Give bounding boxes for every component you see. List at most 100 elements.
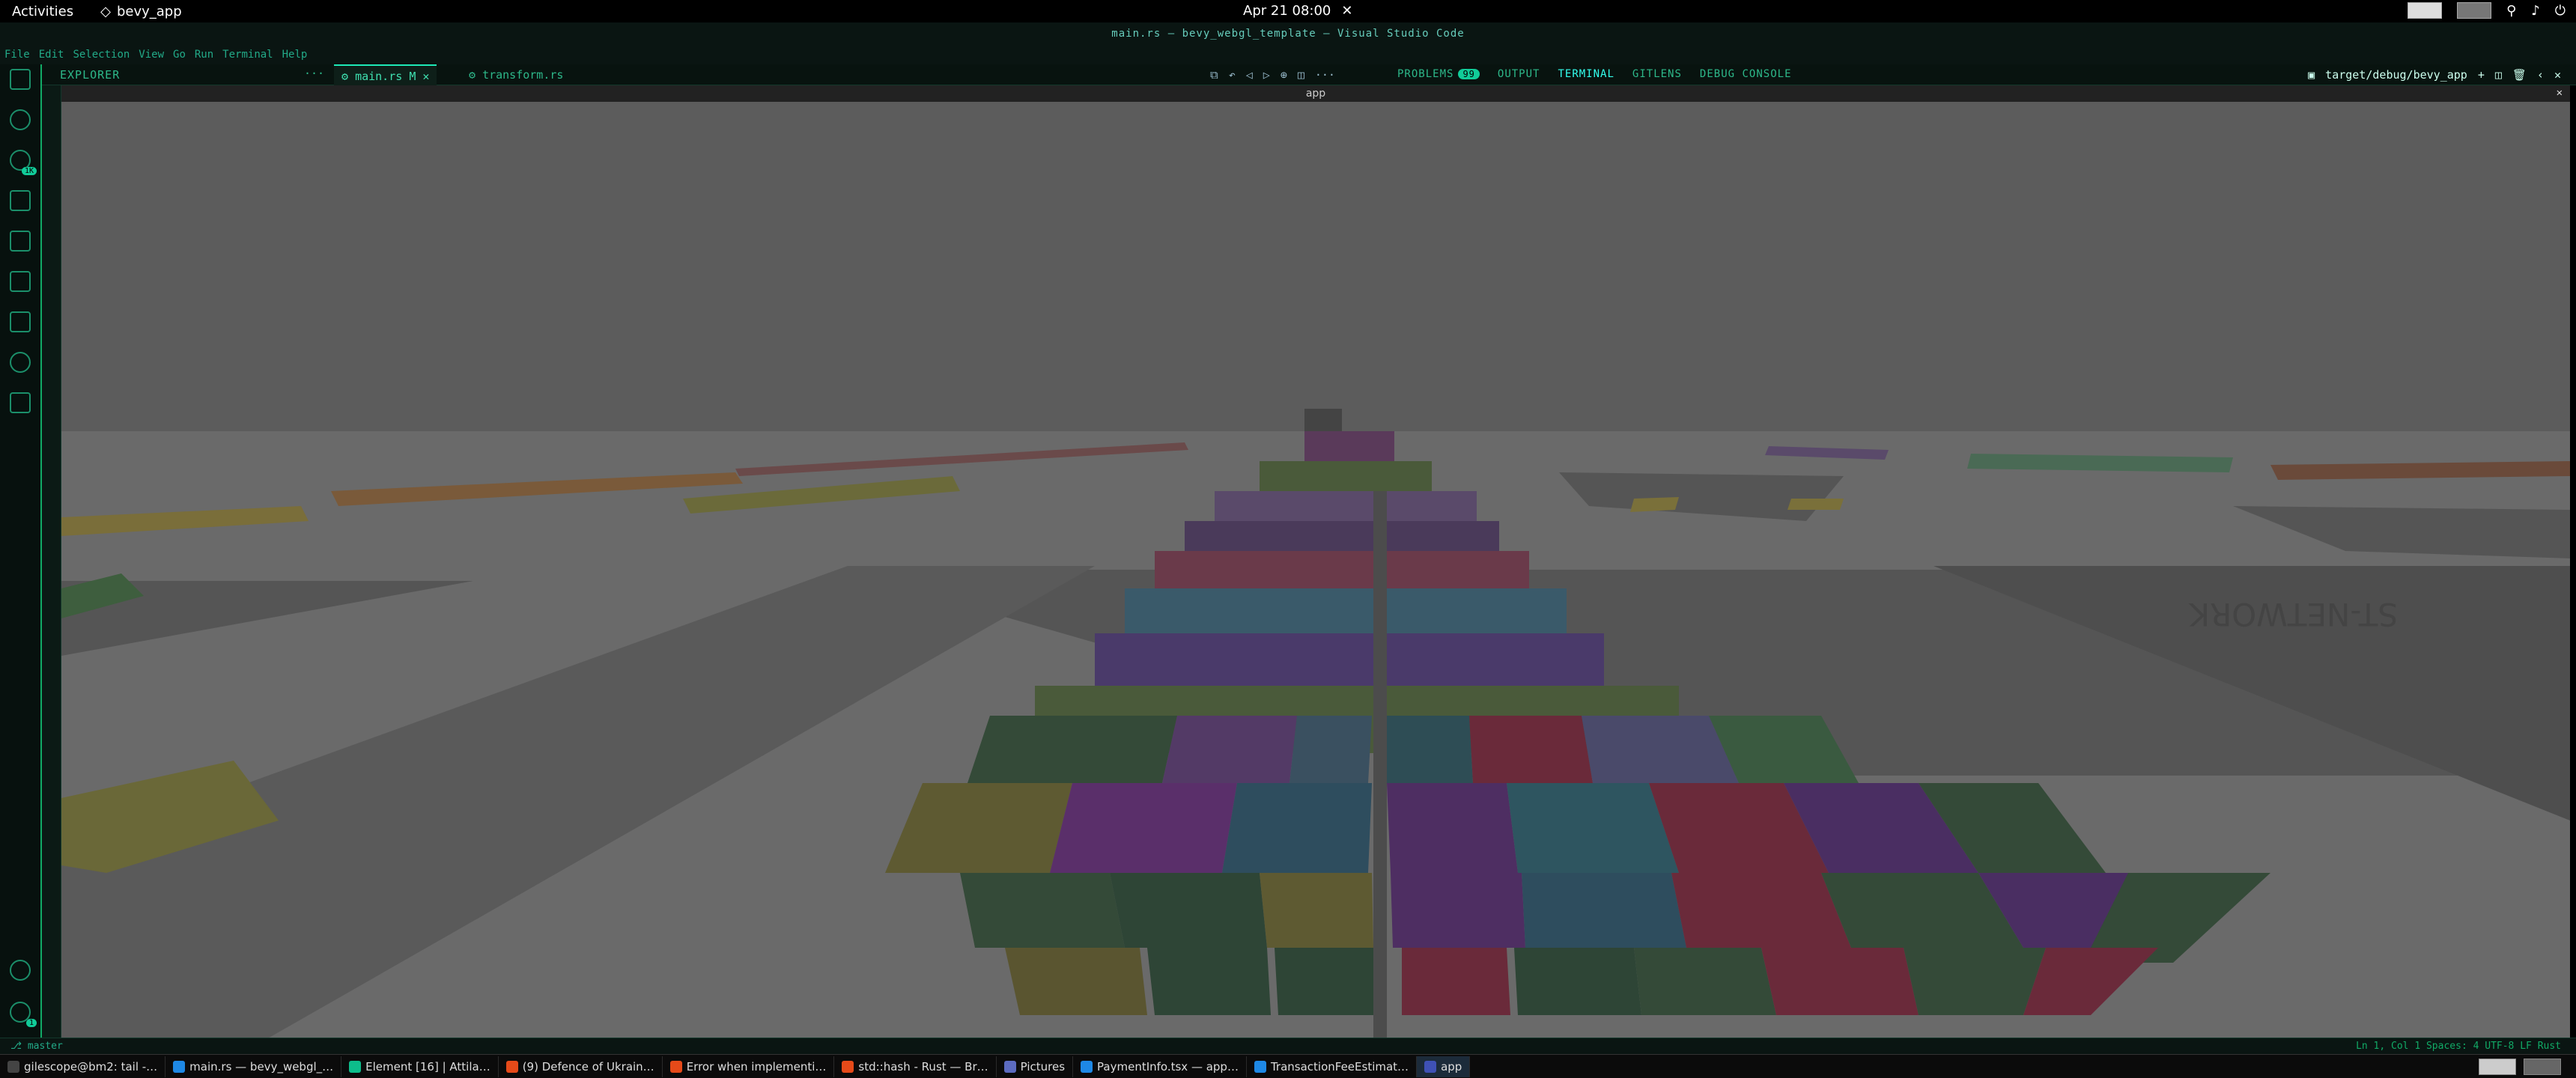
editor-actions: ⧉ ↶ ◁ ▷ ⊕ ◫ ··· bbox=[1210, 68, 1335, 82]
more-actions-icon[interactable]: ··· bbox=[1315, 68, 1335, 82]
tab-bar: EXPLORER ··· ⚙ main.rs M ✕ ⚙ transform.r… bbox=[42, 64, 2576, 85]
task-browser-1[interactable]: (9) Defence of Ukrain… bbox=[499, 1056, 663, 1077]
task-label: main.rs — bevy_webgl_… bbox=[189, 1059, 334, 1074]
menu-bar: File Edit Selection View Go Run Terminal… bbox=[0, 45, 2576, 64]
menu-edit[interactable]: Edit bbox=[39, 45, 64, 64]
settings-badge: 1 bbox=[25, 1019, 37, 1027]
chevron-left-icon[interactable]: ‹ bbox=[2537, 68, 2544, 82]
status-bar: ⎇ master Ln 1, Col 1 Spaces: 4 UTF-8 LF … bbox=[0, 1038, 2576, 1054]
remote-explorer-icon[interactable] bbox=[10, 392, 31, 413]
brave-icon bbox=[669, 1060, 682, 1073]
search-icon[interactable] bbox=[10, 109, 31, 130]
extensions-icon[interactable] bbox=[10, 231, 31, 252]
task-label: (9) Defence of Ukrain… bbox=[522, 1059, 654, 1074]
ground-text-label: ST-NETWORK bbox=[2188, 596, 2398, 633]
terminal-actions: ▣ target/debug/bevy_app + ◫ 🗑 ‹ ✕ bbox=[2308, 68, 2561, 82]
split-terminal-icon[interactable]: ◫ bbox=[2495, 68, 2502, 82]
accounts-icon[interactable] bbox=[10, 960, 31, 981]
tab-main-rs[interactable]: ⚙ main.rs M ✕ bbox=[334, 64, 437, 85]
task-label: PaymentInfo.tsx — app… bbox=[1097, 1059, 1239, 1074]
folder-icon bbox=[1003, 1060, 1016, 1073]
tab-transform-rs[interactable]: ⚙ transform.rs bbox=[461, 64, 571, 85]
vscode-icon bbox=[1254, 1060, 1266, 1073]
tab-gitlens[interactable]: GITLENS bbox=[1632, 68, 1682, 80]
more-actions-icon[interactable]: ··· bbox=[304, 67, 324, 80]
taskbar: gilescope@bm2: tail -… main.rs — bevy_we… bbox=[0, 1054, 2576, 1078]
app-close-icon[interactable]: ✕ bbox=[2557, 87, 2563, 99]
tab-debug-console[interactable]: DEBUG CONSOLE bbox=[1700, 68, 1792, 80]
workspace-2[interactable] bbox=[2457, 2, 2492, 19]
task-vscode-main[interactable]: main.rs — bevy_webgl_… bbox=[165, 1056, 342, 1077]
menu-terminal[interactable]: Terminal bbox=[222, 45, 273, 64]
element-icon bbox=[349, 1060, 362, 1073]
rust-file-icon: ⚙ bbox=[469, 68, 483, 82]
workspace-2[interactable] bbox=[2524, 1059, 2561, 1075]
tab-problems[interactable]: PROBLEMS 99 bbox=[1397, 68, 1480, 80]
task-label: Pictures bbox=[1020, 1059, 1066, 1074]
menu-go[interactable]: Go bbox=[173, 45, 186, 64]
panel-tabs: PROBLEMS 99 OUTPUT TERMINAL GITLENS DEBUG… bbox=[1397, 68, 1792, 80]
power-icon: ⏻ bbox=[2554, 2, 2566, 19]
system-tray[interactable]: ⚲ ♪ ⏻ bbox=[2408, 2, 2566, 19]
task-app[interactable]: app bbox=[1417, 1056, 1471, 1077]
git-branch-icon: ⎇ bbox=[10, 1041, 28, 1052]
open-changes-icon[interactable]: ⊕ bbox=[1281, 68, 1287, 82]
new-terminal-icon[interactable]: + bbox=[2478, 68, 2485, 82]
go-back-icon[interactable]: ↶ bbox=[1229, 68, 1236, 82]
menu-help[interactable]: Help bbox=[282, 45, 308, 64]
clock-label: Apr 21 08:00 bbox=[1243, 3, 1331, 19]
window-title: main.rs — bevy_webgl_template — Visual S… bbox=[0, 22, 2576, 45]
workspace-1[interactable] bbox=[2479, 1059, 2516, 1075]
compare-icon[interactable]: ⧉ bbox=[1210, 68, 1218, 82]
volume-icon: ♪ bbox=[2531, 2, 2540, 19]
do-not-disturb-icon: ✕ bbox=[1341, 3, 1353, 19]
task-browser-2[interactable]: Error when implementi… bbox=[663, 1056, 835, 1077]
workspace-1[interactable] bbox=[2408, 2, 2443, 19]
tab-output[interactable]: OUTPUT bbox=[1498, 68, 1540, 80]
far-block bbox=[1630, 497, 1679, 512]
menu-run[interactable]: Run bbox=[195, 45, 213, 64]
split-editor-icon[interactable]: ◫ bbox=[1298, 68, 1304, 82]
app-menu[interactable]: ◇ bevy_app bbox=[100, 4, 182, 19]
kill-terminal-icon[interactable]: 🗑 bbox=[2512, 68, 2527, 82]
tab-terminal[interactable]: TERMINAL bbox=[1558, 68, 1614, 80]
git-branch[interactable]: master bbox=[28, 1041, 63, 1052]
run-debug-icon[interactable] bbox=[10, 190, 31, 211]
modified-indicator: M bbox=[409, 70, 416, 83]
explorer-icon[interactable] bbox=[10, 69, 31, 90]
previous-change-icon[interactable]: ◁ bbox=[1246, 68, 1253, 82]
source-control-icon[interactable]: 1K bbox=[10, 150, 37, 175]
testing-icon[interactable] bbox=[10, 271, 31, 292]
vscode-icon bbox=[173, 1060, 186, 1073]
tab-main-rs-label: main.rs bbox=[355, 70, 403, 83]
explorer-title: EXPLORER bbox=[60, 68, 121, 82]
settings-gear-icon[interactable]: 1 bbox=[10, 1002, 37, 1027]
task-label: TransactionFeeEstimat… bbox=[1270, 1059, 1409, 1074]
tab-transform-rs-label: transform.rs bbox=[482, 68, 564, 82]
menu-file[interactable]: File bbox=[4, 45, 30, 64]
rust-file-icon: ⚙ bbox=[341, 70, 356, 83]
gitlens-icon[interactable] bbox=[10, 352, 31, 373]
task-terminal[interactable]: gilescope@bm2: tail -… bbox=[0, 1056, 166, 1077]
activities-button[interactable]: Activities bbox=[12, 4, 73, 19]
task-label: Error when implementi… bbox=[686, 1059, 827, 1074]
close-panel-icon[interactable]: ✕ bbox=[2554, 68, 2561, 82]
close-icon[interactable]: ✕ bbox=[422, 70, 429, 83]
task-label: gilescope@bm2: tail -… bbox=[24, 1059, 158, 1074]
menu-selection[interactable]: Selection bbox=[73, 45, 130, 64]
terminal-app-icon bbox=[7, 1060, 19, 1073]
next-change-icon[interactable]: ▷ bbox=[1263, 68, 1270, 82]
task-vscode-payment[interactable]: PaymentInfo.tsx — app… bbox=[1073, 1056, 1247, 1077]
terminal-name[interactable]: target/debug/bevy_app bbox=[2325, 68, 2467, 82]
bevy-app-window[interactable]: app ✕ ST-NETWORK bbox=[61, 85, 2570, 1045]
status-right[interactable]: Ln 1, Col 1 Spaces: 4 UTF-8 LF Rust bbox=[2356, 1038, 2561, 1055]
clock[interactable]: Apr 21 08:00 ✕ bbox=[1243, 3, 1352, 19]
3d-scene-canvas[interactable]: ST-NETWORK bbox=[61, 102, 2570, 1045]
task-files[interactable]: Pictures bbox=[997, 1056, 1074, 1077]
task-browser-3[interactable]: std::hash - Rust — Br… bbox=[834, 1056, 997, 1077]
task-element[interactable]: Element [16] | Attila… bbox=[341, 1056, 499, 1077]
docker-icon[interactable] bbox=[10, 311, 31, 332]
menu-view[interactable]: View bbox=[139, 45, 164, 64]
task-vscode-transaction[interactable]: TransactionFeeEstimat… bbox=[1247, 1056, 1418, 1077]
source-control-badge: 1K bbox=[21, 167, 37, 175]
